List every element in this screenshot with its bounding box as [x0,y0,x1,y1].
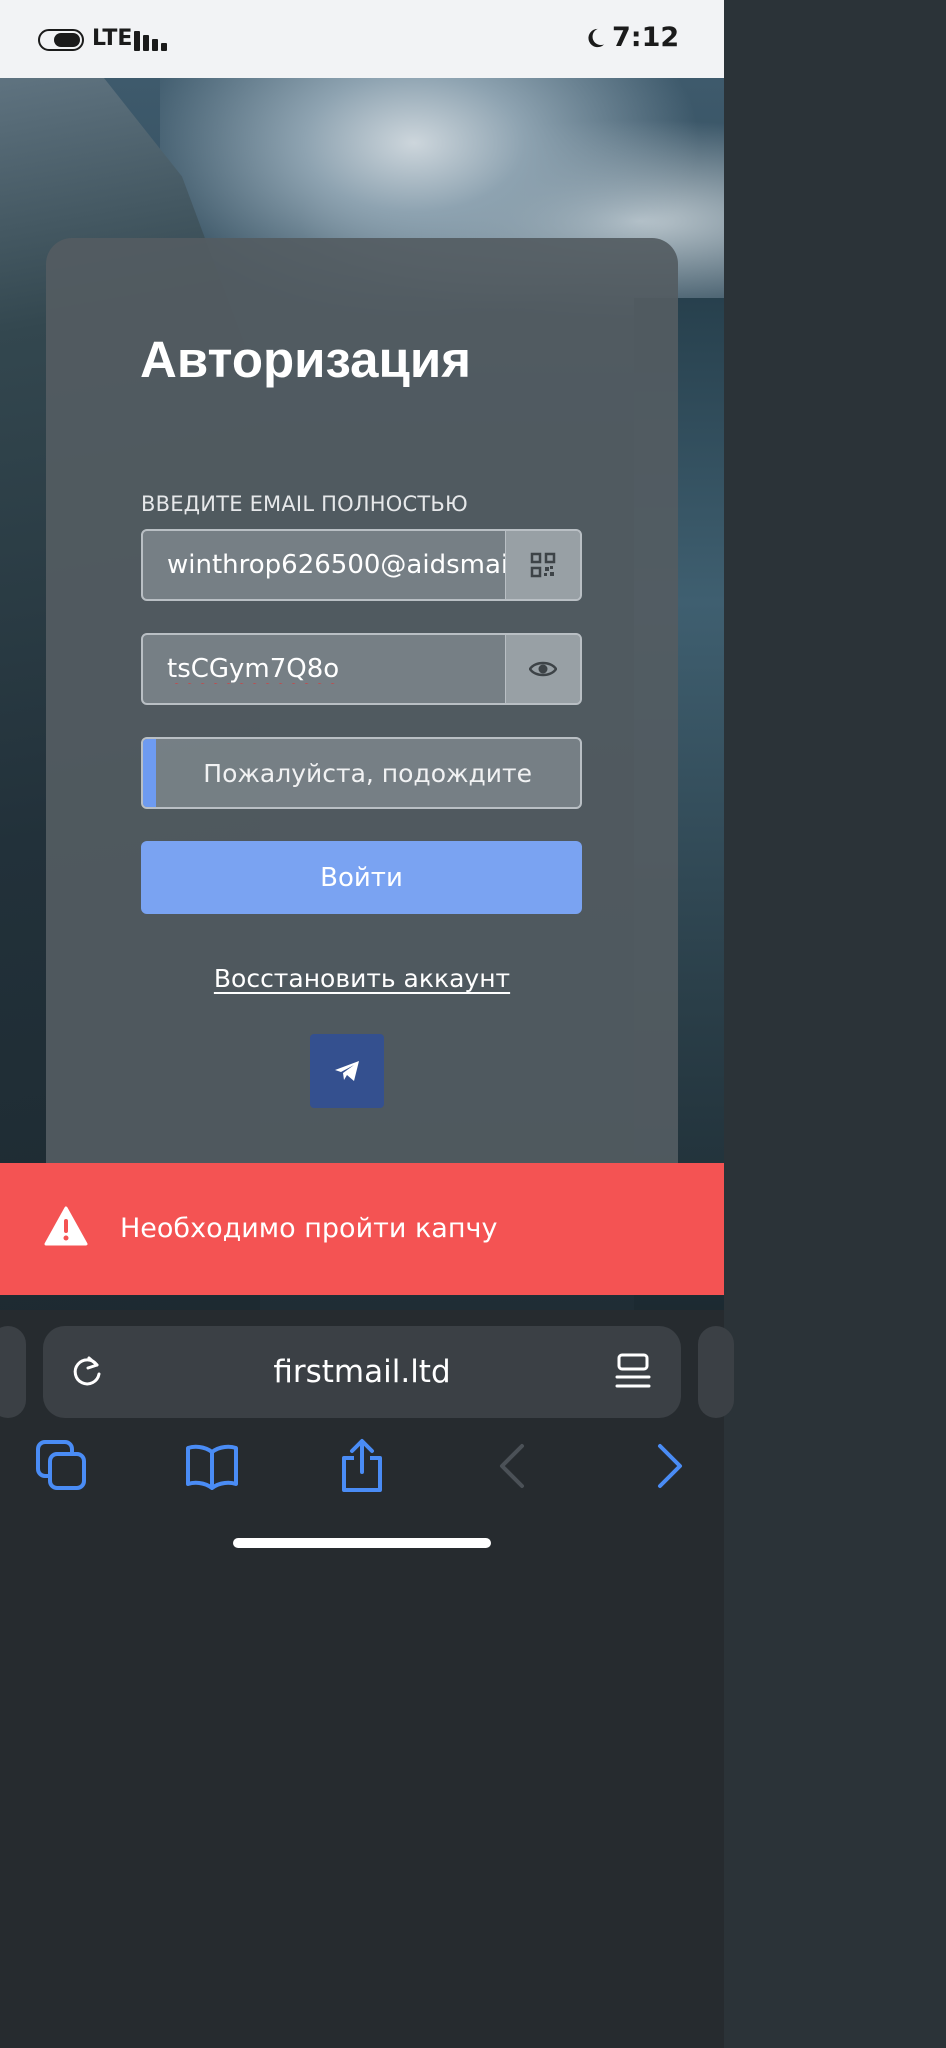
warning-icon [44,1206,88,1246]
low-power-toggle-icon [38,29,84,51]
share-icon[interactable] [334,1438,390,1494]
back-icon[interactable] [486,1438,542,1494]
network-type: LTE [92,26,133,51]
email-field[interactable] [141,529,582,601]
telegram-button[interactable] [310,1034,384,1108]
address-bar[interactable]: firstmail.ltd [43,1326,681,1418]
error-message: Необходимо пройти капчу [120,1213,498,1244]
signal-bars-icon [134,29,170,51]
reader-icon[interactable] [615,1353,651,1391]
forward-icon[interactable] [640,1438,696,1494]
home-indicator[interactable] [233,1538,491,1548]
login-button[interactable]: Войти [141,841,582,914]
email-input[interactable] [143,531,507,599]
password-input[interactable] [143,635,507,703]
captcha-status: Пожалуйста, подождите [203,758,532,788]
clock: 7:12 [612,22,680,53]
restore-account-link[interactable]: Восстановить аккаунт [0,964,724,993]
browser-toolbar: firstmail.ltd [0,1310,734,2048]
email-label: ВВЕДИТЕ EMAIL ПОЛНОСТЬЮ [141,492,468,516]
tabs-icon[interactable] [34,1438,90,1494]
telegram-icon [335,1061,359,1081]
show-password-button[interactable] [505,635,580,703]
moon-icon [588,28,605,48]
error-banner: Необходимо пройти капчу [0,1163,724,1295]
qr-code-icon [530,552,556,578]
captcha-progress: Пожалуйста, подождите [141,737,582,809]
password-field[interactable] [141,633,582,705]
previous-tab-peek[interactable] [0,1326,26,1418]
bookmarks-icon[interactable] [184,1438,240,1494]
eye-icon [529,661,557,677]
qr-code-button[interactable] [505,531,580,599]
status-bar: LTE 7:12 [0,0,724,78]
next-tab-peek[interactable] [698,1326,734,1418]
url-text[interactable]: firstmail.ltd [43,1326,681,1418]
page-title: Авторизация [140,331,471,388]
